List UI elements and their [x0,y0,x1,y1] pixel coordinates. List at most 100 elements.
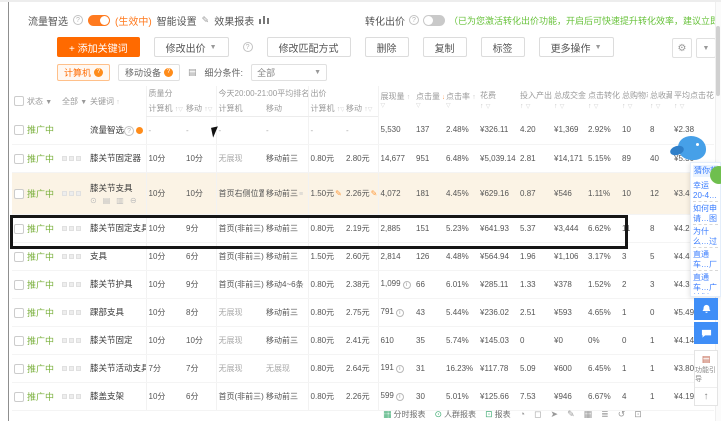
toolbar-item-label[interactable]: 人群报表 [444,409,476,420]
filter-funnel-icon[interactable]: ▽ [486,104,491,110]
cell-roi-value: 1.96 [520,251,536,261]
book-icon[interactable]: ▤ [702,354,711,366]
cell-status: 推广中 [12,116,60,145]
chart-icon[interactable]: ▥ [116,196,124,205]
row-checkbox[interactable] [14,125,24,136]
add-keyword-button[interactable]: + 添加关键词 [57,37,140,57]
help-icon[interactable]: ? [242,42,253,52]
trend-icon[interactable]: ⊙ [90,196,97,205]
sort-icon[interactable]: ↑ [472,94,476,101]
sort-icon[interactable]: ↑ [520,103,524,110]
sort-icon[interactable]: ↑ [674,103,678,110]
tool-icon-arrow[interactable]: ➤ [551,409,559,420]
sort-icon[interactable]: ↑ [407,94,411,101]
more-actions-dropdown[interactable]: 更多操作 ▼ [538,37,614,57]
sort-icon[interactable]: ↑ [116,99,120,106]
filter-funnel-icon[interactable]: ▽ [628,104,633,110]
delete-button[interactable]: 删除 [364,37,409,57]
filter-funnel-icon[interactable]: ▽ [340,107,344,113]
cell-quality-mobile: 7分 [184,354,216,383]
edit-pencil-icon[interactable]: ✎ [202,15,210,26]
conv-bid-toggle[interactable] [423,14,445,26]
filter-funnel-icon[interactable]: ▽ [560,104,565,110]
faq-link[interactable]: 直通车…厂 [693,248,718,271]
row-checkbox[interactable] [14,153,24,164]
green-badge-icon[interactable] [710,166,721,184]
help-icon[interactable]: ? [73,15,83,25]
impression-info-icon[interactable]: i [395,309,404,317]
traffic-smart-toggle[interactable] [88,14,110,26]
toolbar-item-label[interactable]: 报表 [495,409,511,420]
notification-bell-button[interactable] [694,298,718,320]
scrollbar-thumb[interactable] [716,26,720,96]
tool-icon-text[interactable]: ≣ [601,409,609,420]
tool-icon-circle[interactable]: ◔ [520,409,525,419]
filter-funnel-icon[interactable]: ▽ [594,104,599,110]
filter-funnel-icon[interactable]: ▽ [416,103,442,111]
impression-info-icon[interactable]: i [395,393,404,401]
sort-icon[interactable]: ↑ [650,103,654,110]
filter-chip-pc[interactable]: 计算机? [57,63,111,81]
filter-funnel-icon[interactable]: ▽ [656,104,661,110]
tool-icon-square[interactable]: ◻ [534,409,541,420]
filter-funnel-icon[interactable]: ▽ [526,104,531,110]
filter-funnel-icon[interactable]: ▽ [381,103,413,111]
faq-link[interactable]: 如何申请…图片功能 [693,202,718,225]
position-preview-icon[interactable]: ≡ [299,191,303,198]
chat-button[interactable] [694,322,718,344]
sort-icon[interactable]: ↑ [554,103,558,110]
row-checkbox[interactable] [14,251,24,262]
effect-report-link[interactable]: 效果报表 [214,13,254,28]
cell-status: 推广中 [12,270,60,299]
header-checkbox[interactable] [14,95,24,106]
filter-funnel-icon[interactable]: ▽ [368,107,373,113]
tool-icon-pen[interactable]: ✎ [567,409,575,420]
chevron-down-icon[interactable]: ▼ [80,99,87,106]
row-checkbox[interactable] [14,279,24,290]
modify-bid-dropdown[interactable]: 修改出价 ▼ [153,37,229,57]
segment-select[interactable]: 全部 ▼ [251,63,328,81]
report-toggle-icon[interactable]: ▦ [383,409,392,420]
sort-icon[interactable]: ↑ [480,103,484,110]
report-icon[interactable]: ▤ [103,196,111,205]
help-icon[interactable]: ? [409,15,419,25]
copy-button[interactable]: 复制 [422,37,467,57]
row-checkbox[interactable] [14,335,24,346]
filter-funnel-icon[interactable]: ▽ [680,104,685,110]
row-checkbox[interactable] [14,391,24,402]
sort-icon[interactable]: ↑ [622,103,626,110]
sort-icon[interactable]: ↑ [588,103,592,110]
tool-icon-mosaic[interactable]: ▦ [584,409,593,420]
toolbar-item-label[interactable]: 分时报表 [394,409,426,420]
filter-funnel-icon[interactable]: ▽ [178,107,183,113]
report-toggle-icon[interactable]: ⊙ [435,409,443,420]
row-checkbox[interactable] [14,307,24,318]
pause-icon[interactable]: ⊖ [130,196,137,205]
settings-gear-button[interactable]: ⚙ [672,38,692,58]
row-checkbox[interactable] [14,188,24,199]
filter-chip-mobile[interactable]: 移动设备? [118,63,181,81]
tool-icon-save[interactable]: ⊡ [634,409,642,420]
tool-icon-undo[interactable]: ↺ [618,409,626,420]
filter-funnel-icon[interactable]: ▽ [446,103,476,111]
impression-info-icon[interactable]: i [395,365,404,373]
faq-link[interactable]: 为什么…过日期数 [693,225,718,248]
tag-button[interactable]: 标签 [480,37,525,57]
impression-info-icon[interactable]: i [402,281,411,289]
chevron-down-icon[interactable]: ▼ [45,99,52,106]
edit-bid-pencil-icon[interactable]: ✎ [371,189,378,198]
guide-label[interactable]: 功能引导 [695,366,717,384]
edit-bid-pencil-icon[interactable]: ✎ [335,189,342,198]
row-checkbox[interactable] [14,223,24,234]
filter-funnel-icon[interactable]: ▽ [208,107,213,113]
report-toggle-icon[interactable]: ⊡ [485,409,493,420]
row-checkbox[interactable] [14,363,24,374]
faq-link[interactable]: 直通车…广计划? [693,271,718,294]
collapse-button[interactable]: ▼ [696,38,716,58]
bar-chart-icon[interactable] [259,14,270,27]
modify-match-button[interactable]: 修改匹配方式 [266,37,351,57]
smart-setting-link[interactable]: 智能设置 [157,13,197,28]
sort-icon-active[interactable]: ↓ [442,94,444,101]
back-to-top-button[interactable]: ↑ [695,386,717,403]
help-icon[interactable]: ? [124,126,135,136]
